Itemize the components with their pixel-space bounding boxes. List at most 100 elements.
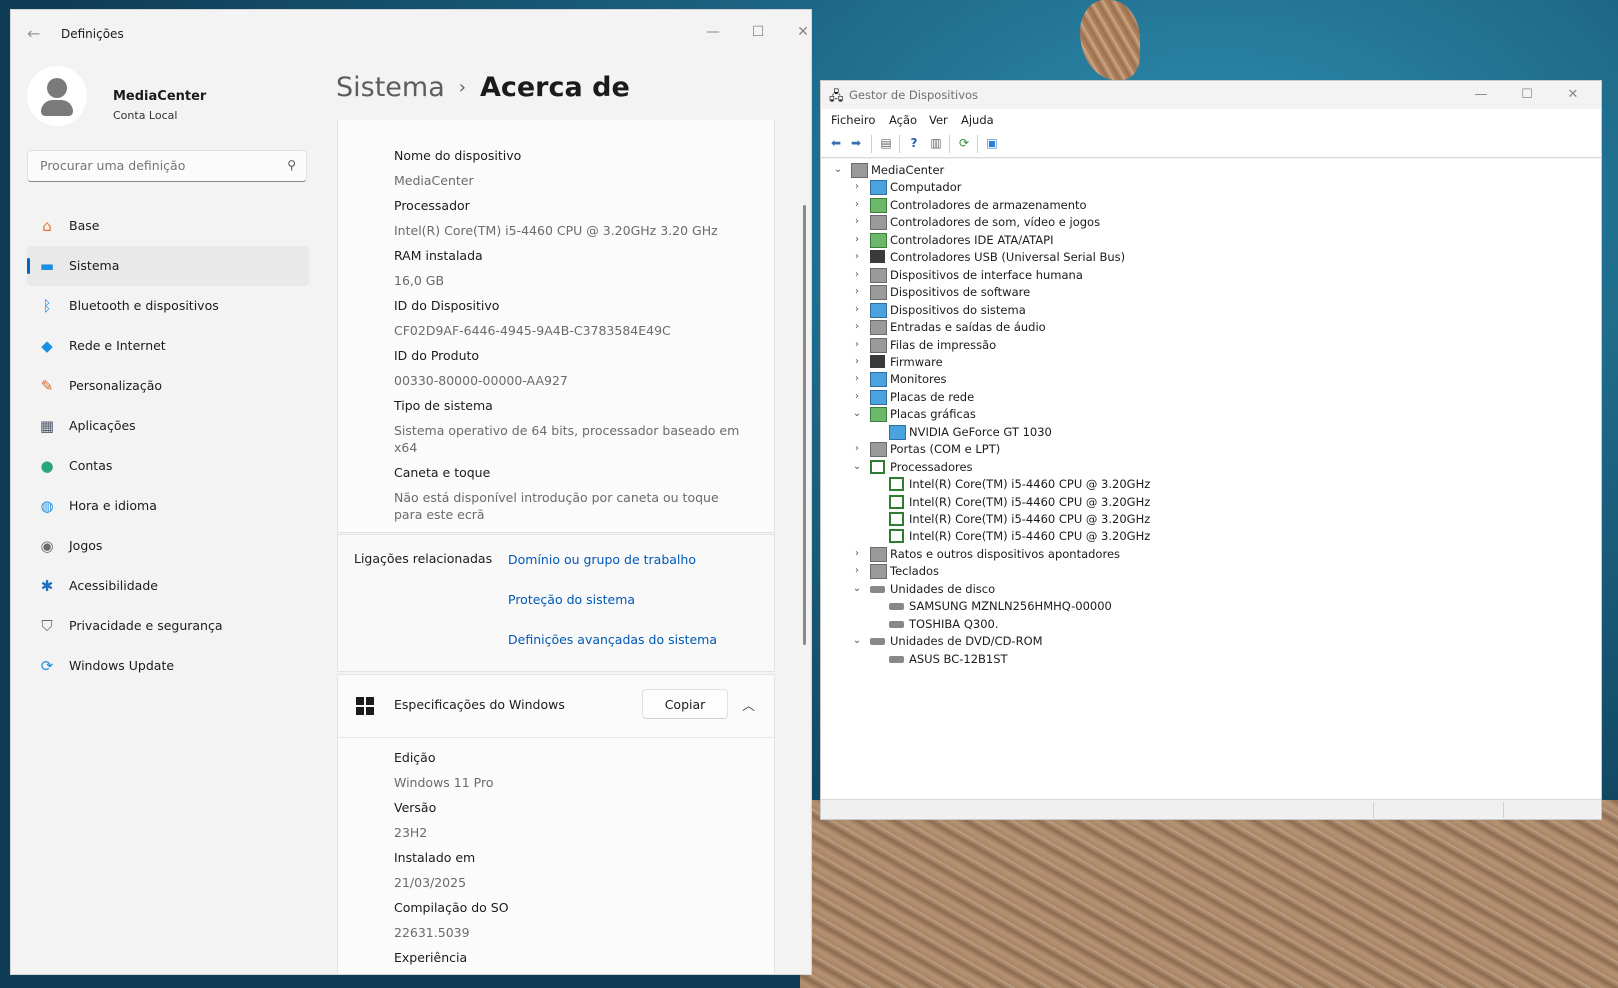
sidebar-item-accessibility[interactable]: ✱ Acessibilidade	[27, 566, 309, 606]
chevron-down-icon[interactable]: ⌄	[831, 161, 845, 179]
copy-button[interactable]: Copiar	[642, 689, 728, 719]
sidebar-item-gamepad[interactable]: ◉ Jogos	[27, 526, 309, 566]
spec-value: CF02D9AF-6446-4945-9A4B-C3783584E49C	[394, 323, 671, 338]
accessibility-icon: ✱	[40, 577, 54, 595]
sidebar-item-label: Aplicações	[69, 418, 136, 433]
maximize-button[interactable]: ☐	[736, 18, 780, 46]
menu-ficheiro[interactable]: Ficheiro	[831, 113, 875, 127]
chevron-right-icon[interactable]: ›	[850, 562, 864, 580]
device-icon	[870, 197, 887, 213]
link-system-protection[interactable]: Proteção do sistema	[508, 592, 635, 607]
sidebar-item-globe-clock[interactable]: ◍ Hora e idioma	[27, 486, 309, 526]
link-domain-workgroup[interactable]: Domínio ou grupo de trabalho	[508, 552, 696, 567]
spec-label: ID do Dispositivo	[394, 298, 500, 313]
scan-hardware-icon[interactable]: ⟳	[955, 135, 973, 152]
chevron-down-icon[interactable]: ⌄	[850, 458, 864, 476]
spec-label: Instalado em	[394, 850, 476, 865]
chevron-right-icon[interactable]: ›	[850, 370, 864, 388]
chevron-right-icon[interactable]: ›	[850, 266, 864, 284]
spec-value: MediaCenter	[394, 173, 474, 188]
sidebar-item-bluetooth[interactable]: ᛒ Bluetooth e dispositivos	[27, 286, 309, 326]
chevron-right-icon[interactable]: ›	[850, 283, 864, 301]
search-input[interactable]	[38, 157, 272, 174]
monitor-icon[interactable]: ▣	[983, 135, 1001, 152]
device-label: Unidades de disco	[890, 581, 996, 596]
wallpaper-island	[1080, 0, 1140, 80]
back-arrow-icon[interactable]: ←	[27, 24, 40, 43]
device-icon	[889, 620, 904, 628]
device-label: SAMSUNG MZNLN256HMHQ-00000	[909, 599, 1112, 614]
minimize-button[interactable]: —	[691, 18, 735, 46]
shield-icon: ⛉	[41, 617, 53, 635]
sidebar-item-wifi[interactable]: ◆ Rede e Internet	[27, 326, 309, 366]
bluetooth-icon: ᛒ	[42, 297, 52, 315]
device-icon	[870, 302, 887, 318]
chevron-right-icon[interactable]: ›	[850, 336, 864, 354]
chevron-right-icon[interactable]: ›	[850, 213, 864, 231]
device-label: Dispositivos do sistema	[890, 302, 1026, 317]
spec-label: Versão	[394, 800, 437, 815]
sidebar-item-person[interactable]: ● Contas	[27, 446, 309, 486]
chevron-right-icon[interactable]: ›	[850, 196, 864, 214]
close-button[interactable]: ✕	[1553, 83, 1593, 107]
chevron-right-icon[interactable]: ›	[850, 388, 864, 406]
settings-app-title: Definições	[61, 27, 124, 41]
spec-value: 16,0 GB	[394, 273, 445, 288]
device-label: ASUS BC-12B1ST	[909, 651, 1008, 666]
windows-specs-header[interactable]: Especificações do Windows Copiar ︿	[337, 674, 775, 738]
menu-ajuda[interactable]: Ajuda	[961, 113, 994, 127]
chevron-right-icon[interactable]: ›	[850, 440, 864, 458]
help-icon[interactable]: ?	[905, 135, 923, 152]
sidebar-item-brush[interactable]: ✎ Personalização	[27, 366, 309, 406]
back-arrow-icon[interactable]: ⬅	[827, 135, 845, 152]
chevron-right-icon[interactable]: ›	[850, 178, 864, 196]
breadcrumb-parent[interactable]: Sistema	[336, 72, 445, 103]
spec-label: Compilação do SO	[394, 900, 509, 915]
breadcrumb: Sistema › Acerca de	[336, 72, 630, 103]
chevron-right-icon[interactable]: ›	[850, 545, 864, 563]
windows-specs-panel: Edição Windows 11 Pro Versão 23H2 Instalado …	[337, 738, 775, 974]
properties-icon[interactable]: ▤	[877, 135, 895, 152]
chevron-right-icon[interactable]: ›	[850, 301, 864, 319]
close-button[interactable]: ✕	[781, 18, 811, 46]
sidebar-item-monitor[interactable]: ▬ Sistema	[27, 246, 309, 286]
sidebar-item-update[interactable]: ⟳ Windows Update	[27, 646, 309, 686]
device-icon	[870, 459, 885, 474]
menu-acao[interactable]: Ação	[889, 113, 917, 127]
device-label: Firmware	[890, 354, 943, 369]
device-icon	[889, 603, 904, 611]
sidebar-item-shield[interactable]: ⛉ Privacidade e segurança	[27, 606, 309, 646]
device-icon	[889, 494, 904, 509]
sidebar-item-label: Windows Update	[69, 658, 175, 673]
scrollbar[interactable]	[803, 205, 806, 645]
view-icon[interactable]: ▥	[927, 135, 945, 152]
device-label: Monitores	[890, 372, 947, 387]
chevron-up-icon[interactable]: ︿	[742, 695, 755, 714]
chevron-right-icon[interactable]: ›	[850, 318, 864, 336]
forward-arrow-icon[interactable]: ➡	[847, 135, 865, 152]
maximize-button[interactable]: ☐	[1507, 83, 1547, 107]
sidebar-item-label: Sistema	[69, 258, 120, 273]
link-advanced-system-settings[interactable]: Definições avançadas do sistema	[508, 632, 717, 647]
chevron-right-icon[interactable]: ›	[850, 231, 864, 249]
device-icon	[889, 424, 906, 440]
menu-ver[interactable]: Ver	[929, 113, 948, 127]
sidebar-item-apps[interactable]: ▦ Aplicações	[27, 406, 309, 446]
chevron-right-icon[interactable]: ›	[850, 353, 864, 371]
spec-label: RAM instalada	[394, 248, 483, 263]
device-label: Intel(R) Core(TM) i5-4460 CPU @ 3.20GHz	[909, 477, 1151, 492]
user-profile[interactable]: MediaCenter Conta Local	[27, 66, 307, 130]
sidebar-item-home[interactable]: ⌂ Base	[27, 206, 309, 246]
chevron-right-icon[interactable]: ›	[850, 248, 864, 266]
device-label: Teclados	[890, 564, 940, 579]
chevron-down-icon[interactable]: ⌄	[850, 405, 864, 423]
sidebar-item-label: Personalização	[69, 378, 163, 393]
device-label: Controladores de som, vídeo e jogos	[890, 215, 1101, 230]
chevron-down-icon[interactable]: ⌄	[850, 632, 864, 650]
spec-value: Sistema operativo de 64 bits, processado…	[394, 423, 740, 455]
search-box[interactable]: ⚲	[27, 150, 307, 182]
search-icon[interactable]: ⚲	[287, 158, 296, 172]
chevron-down-icon[interactable]: ⌄	[850, 580, 864, 598]
device-icon	[889, 529, 904, 544]
minimize-button[interactable]: —	[1461, 83, 1501, 107]
